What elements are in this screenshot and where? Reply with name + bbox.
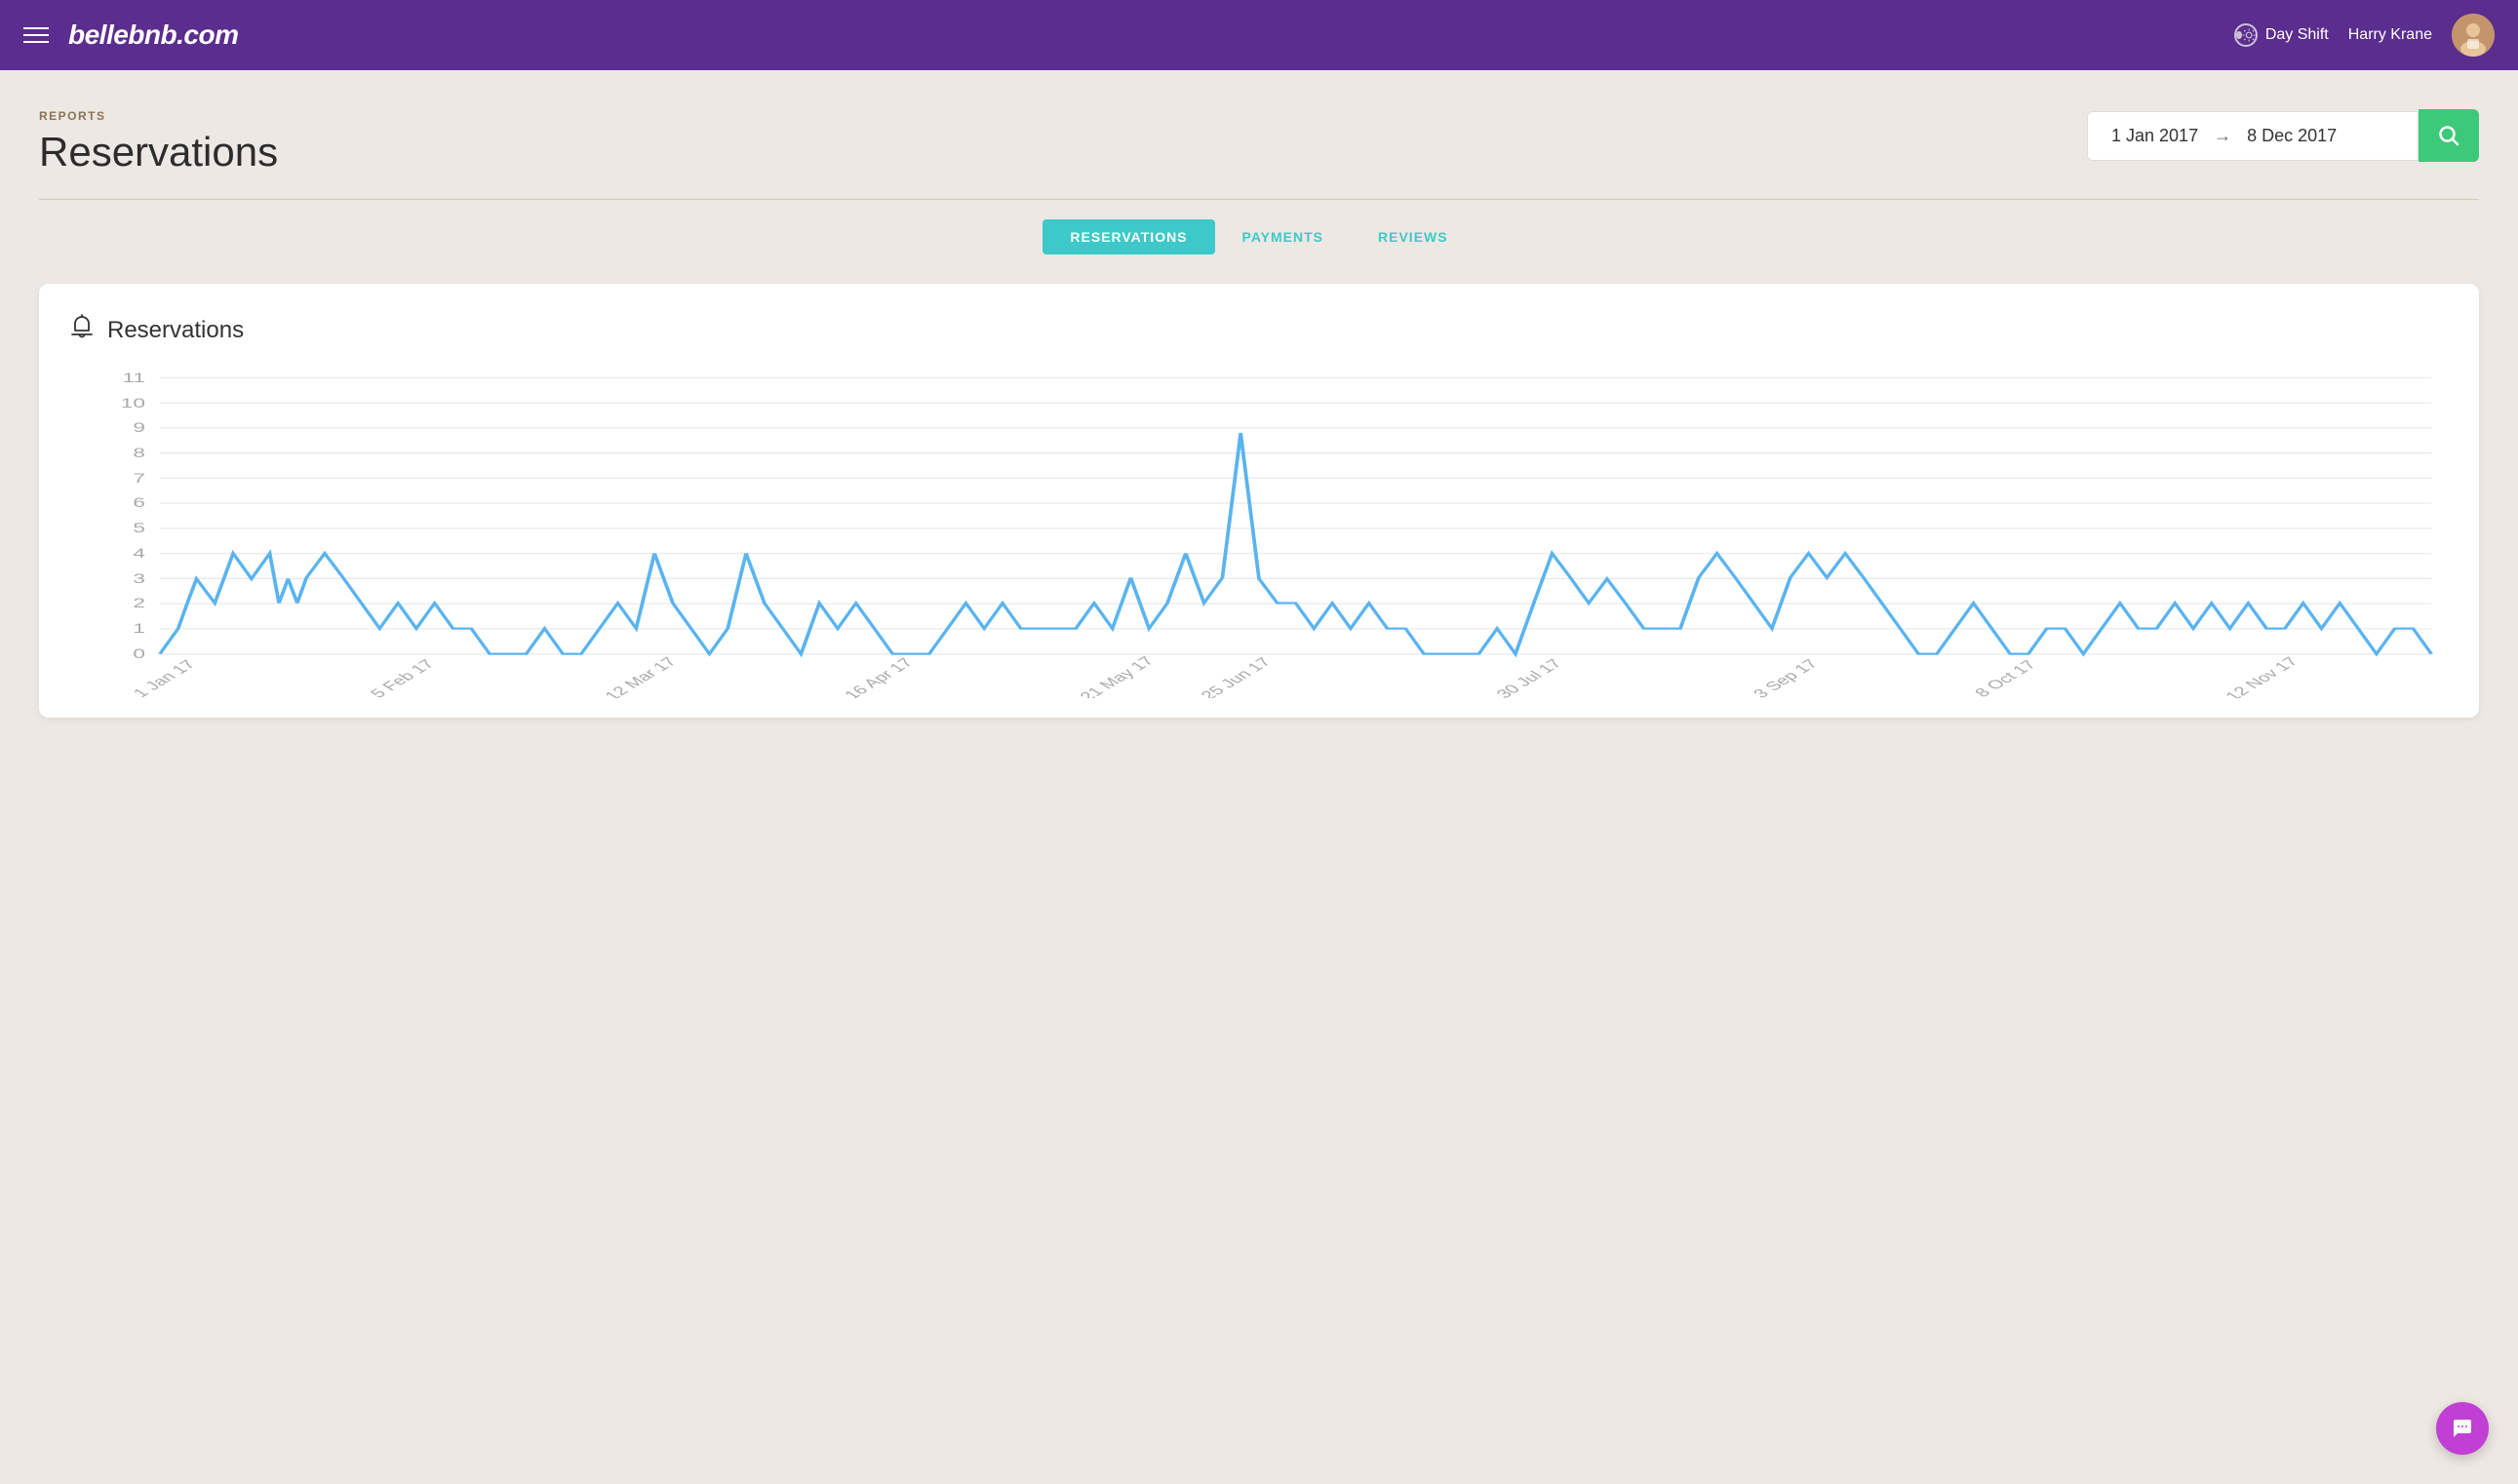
bell-icon (68, 313, 96, 347)
search-icon (2438, 125, 2459, 146)
date-start: 1 Jan 2017 (2111, 126, 2198, 146)
report-tabs: RESERVATIONS PAYMENTS REVIEWS (39, 219, 2479, 254)
chat-icon (2451, 1417, 2474, 1440)
reservations-chart-card: Reservations 11 (39, 284, 2479, 718)
page-header-left: REPORTS Reservations (39, 109, 278, 176)
header-right: Day Shift Harry Krane (2234, 14, 2495, 57)
user-name: Harry Krane (2348, 26, 2432, 44)
svg-text:12 Nov 17: 12 Nov 17 (2222, 654, 2302, 698)
svg-text:6: 6 (133, 495, 145, 510)
svg-text:25 Jun 17: 25 Jun 17 (1197, 655, 1275, 698)
day-shift-toggle[interactable]: Day Shift (2234, 23, 2329, 47)
day-shift-icon (2234, 23, 2258, 47)
app-header: bellebnb.com Day Shift Harry Krane (0, 0, 2518, 70)
header-left: bellebnb.com (23, 20, 238, 51)
svg-text:8 Oct 17: 8 Oct 17 (1971, 658, 2040, 698)
svg-text:7: 7 (133, 471, 145, 486)
svg-text:4: 4 (133, 546, 145, 561)
svg-text:1: 1 (133, 621, 145, 636)
svg-text:12 Mar 17: 12 Mar 17 (601, 654, 681, 698)
svg-text:10: 10 (121, 396, 145, 410)
svg-text:2: 2 (133, 596, 145, 610)
svg-text:5: 5 (133, 521, 145, 535)
svg-text:3 Sep 17: 3 Sep 17 (1750, 657, 1823, 698)
tab-reservations[interactable]: RESERVATIONS (1043, 219, 1214, 254)
tab-payments[interactable]: PAYMENTS (1215, 219, 1351, 254)
svg-text:16 Apr 17: 16 Apr 17 (841, 655, 918, 698)
menu-button[interactable] (23, 27, 49, 43)
svg-text:30 Jul 17: 30 Jul 17 (1492, 656, 1566, 698)
day-shift-label: Day Shift (2265, 26, 2329, 44)
reservations-chart: 11 10 9 8 7 6 5 4 3 2 1 0 1 Jan 17 5 Feb… (68, 367, 2450, 698)
date-range-selector[interactable]: 1 Jan 2017 → 8 Dec 2017 (2087, 111, 2419, 161)
svg-text:0: 0 (133, 646, 145, 661)
svg-text:5 Feb 17: 5 Feb 17 (367, 657, 439, 698)
main-content: REPORTS Reservations 1 Jan 2017 → 8 Dec … (0, 70, 2518, 757)
chart-line (160, 433, 2431, 654)
section-divider (39, 199, 2479, 200)
avatar[interactable] (2452, 14, 2495, 57)
chat-button[interactable] (2436, 1402, 2489, 1455)
svg-text:1 Jan 17: 1 Jan 17 (129, 657, 199, 698)
svg-text:3: 3 (133, 571, 145, 586)
app-logo: bellebnb.com (68, 20, 238, 51)
date-arrow-icon: → (2214, 126, 2231, 146)
breadcrumb: REPORTS (39, 109, 278, 123)
svg-text:21 May 17: 21 May 17 (1076, 654, 1158, 698)
chart-header: Reservations (68, 313, 2450, 347)
page-header: REPORTS Reservations 1 Jan 2017 → 8 Dec … (39, 109, 2479, 176)
search-button[interactable] (2419, 109, 2479, 162)
svg-text:8: 8 (133, 446, 145, 460)
svg-text:11: 11 (122, 370, 144, 384)
chart-title: Reservations (107, 317, 244, 344)
tab-reviews[interactable]: REVIEWS (1351, 219, 1475, 254)
date-search-controls: 1 Jan 2017 → 8 Dec 2017 (2087, 109, 2479, 162)
page-title: Reservations (39, 129, 278, 176)
svg-text:9: 9 (133, 419, 145, 434)
date-end: 8 Dec 2017 (2247, 126, 2337, 146)
